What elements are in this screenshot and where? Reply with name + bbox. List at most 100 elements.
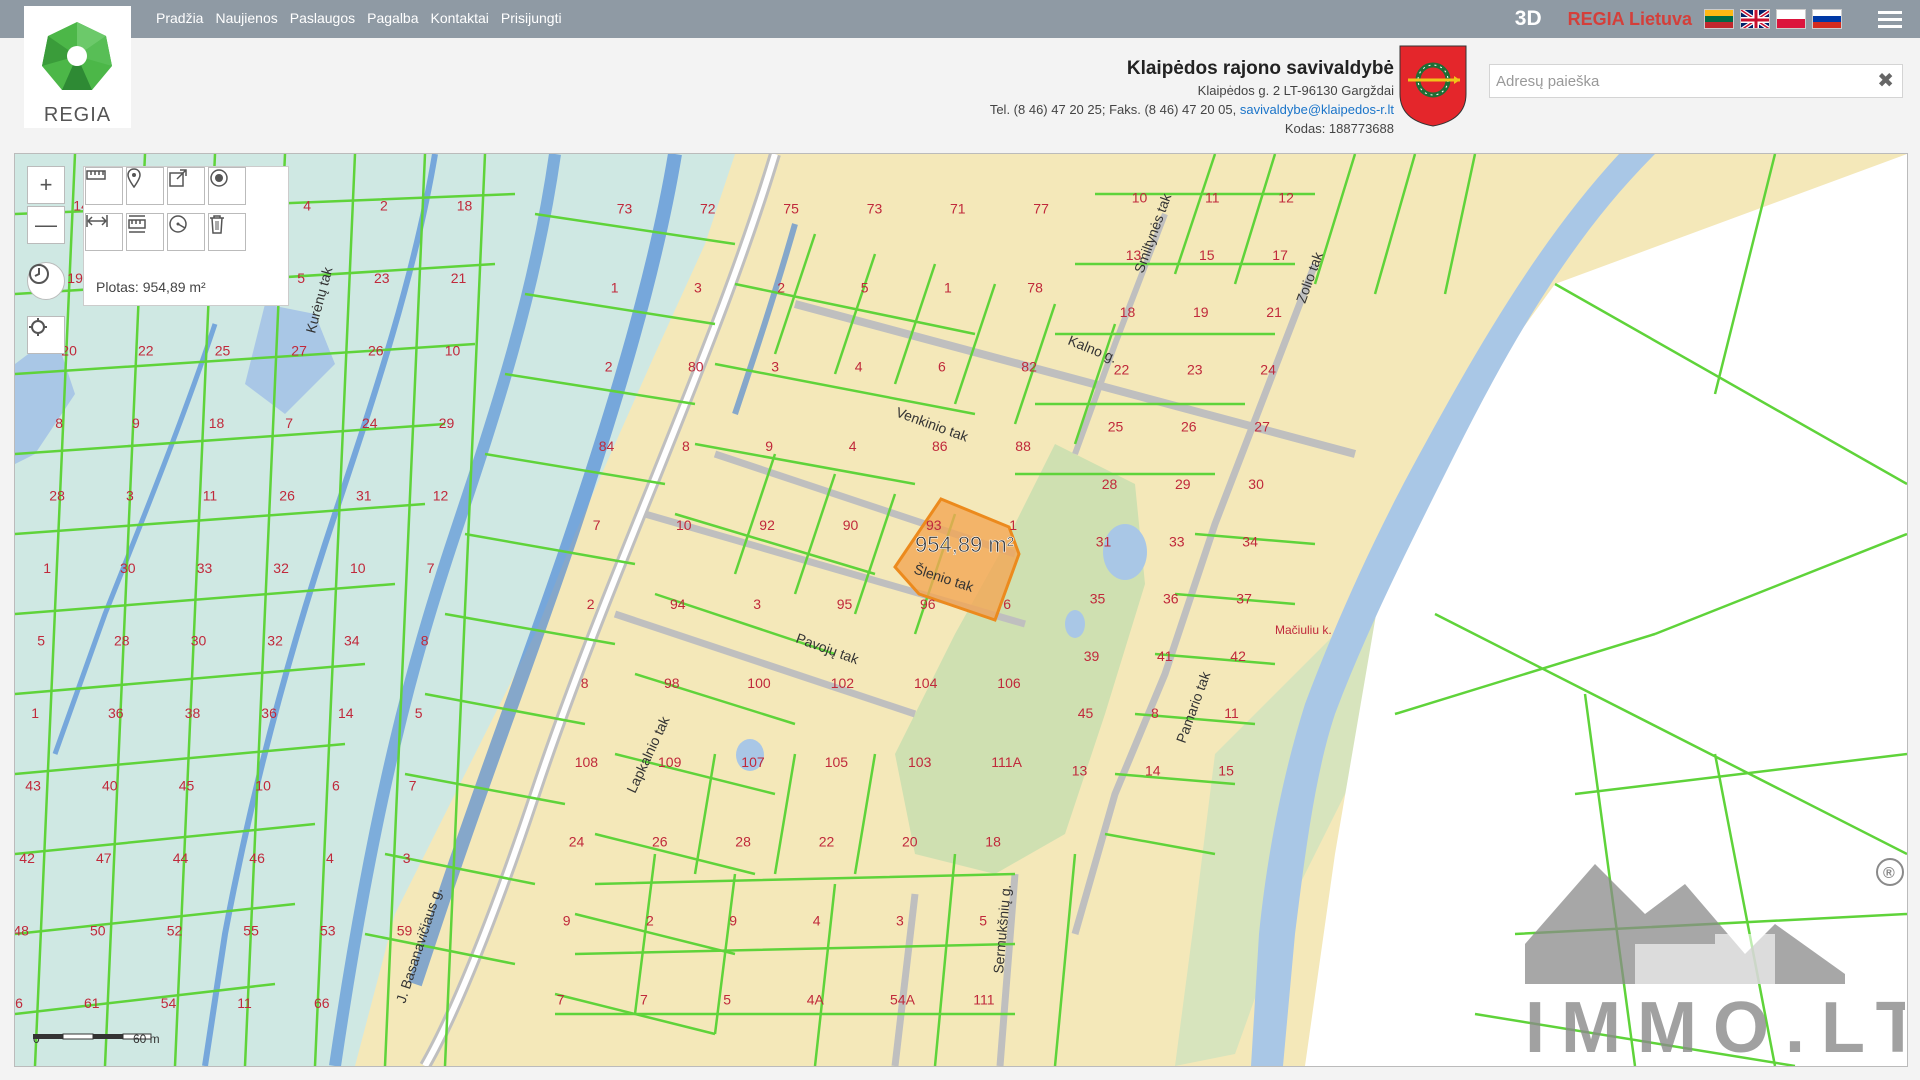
cadastral-map[interactable]: 954,89 m² Kalno g. Venkinio tak Šlenio t…	[14, 153, 1908, 1067]
plot-number-label: 26	[1181, 419, 1197, 435]
plot-number-label: 53	[320, 922, 336, 938]
plot-number-label: 11	[1205, 190, 1220, 206]
plot-number-label: 78	[1027, 280, 1043, 296]
plot-number-label: 45	[179, 777, 195, 793]
hamburger-menu-icon[interactable]	[1878, 7, 1902, 32]
nav-link-prisijungti[interactable]: Prisijungti	[501, 10, 562, 26]
share-icon	[169, 169, 187, 187]
plot-number-label: 105	[825, 754, 849, 770]
plot-number-label: 7	[285, 415, 293, 431]
plot-number-label: 111A	[991, 754, 1022, 770]
plot-number-label: 107	[741, 754, 765, 770]
3d-button[interactable]: 3D	[1515, 7, 1542, 31]
plot-number-label: 29	[1175, 476, 1191, 492]
main-nav: Pradžia Naujienos Paslaugos Pagalba Kont…	[156, 10, 574, 26]
plot-number-label: 48	[15, 922, 29, 938]
municipality-info: Klaipėdos rajono savivaldybė Klaipėdos g…	[990, 58, 1394, 137]
plot-number-label: 3	[694, 280, 702, 296]
plot-number-label: 8	[682, 438, 690, 454]
zoom-in-button[interactable]: +	[27, 166, 65, 204]
plot-number-label: 103	[908, 754, 932, 770]
measure-toolbox: Plotas: 954,89 m²	[83, 166, 289, 306]
plot-number-label: 22	[819, 833, 835, 849]
plot-number-label: 26	[279, 487, 295, 503]
plot-number-label: 108	[575, 754, 599, 770]
plot-number-label: 20	[902, 833, 918, 849]
plot-number-label: 3	[126, 487, 134, 503]
place-marker-button[interactable]	[126, 167, 164, 205]
municipality-address: Klaipėdos g. 2 LT-96130 Gargždai	[1197, 83, 1394, 98]
plot-number-label: 4	[849, 438, 857, 454]
plot-number-label: 73	[867, 201, 883, 217]
street-label: Zolio tak	[1293, 249, 1326, 305]
plot-number-label: 18	[457, 197, 473, 213]
nav-link-naujienos[interactable]: Naujienos	[215, 10, 277, 26]
plot-number-label: 22	[1114, 362, 1130, 378]
plot-number-label: 8	[1151, 705, 1159, 721]
plot-number-label: 106	[997, 675, 1021, 691]
poland-flag-icon[interactable]	[1776, 9, 1806, 29]
point-button[interactable]	[208, 167, 246, 205]
plot-number-label: 4	[326, 850, 334, 866]
plot-number-label: 2	[380, 197, 388, 213]
nav-link-pradzia[interactable]: Pradžia	[156, 10, 203, 26]
russia-flag-icon[interactable]	[1812, 9, 1842, 29]
map-scale-bar: 0 60 m	[33, 1032, 183, 1048]
plot-number-label: 7	[593, 517, 601, 533]
clear-measurements-button[interactable]	[208, 213, 246, 251]
plot-number-label: 96	[920, 596, 936, 612]
plot-number-label: 42	[19, 850, 35, 866]
uk-flag-icon[interactable]	[1740, 9, 1770, 29]
municipality-crest-icon	[1399, 45, 1467, 127]
measure-area-button[interactable]	[126, 213, 164, 251]
address-search-input[interactable]: Adresų paieška ✖	[1489, 64, 1903, 98]
plot-number-label: 12	[1278, 190, 1294, 206]
map-pin-icon	[127, 168, 141, 188]
zoom-out-button[interactable]: —	[27, 206, 65, 244]
regia-logo-icon	[42, 22, 112, 90]
street-label: Pavojų tak	[794, 630, 862, 668]
plot-number-label: 3	[896, 912, 904, 928]
measure-length-button[interactable]	[85, 167, 123, 205]
export-button[interactable]	[167, 167, 205, 205]
plot-number-label: 7	[640, 992, 648, 1008]
regia-lietuva-link[interactable]: REGIA Lietuva	[1568, 9, 1692, 30]
plot-number-label: 104	[914, 675, 938, 691]
nav-link-pagalba[interactable]: Pagalba	[367, 10, 418, 26]
plot-number-label: 24	[362, 415, 378, 431]
history-button[interactable]	[27, 262, 65, 300]
width-arrows-icon	[86, 215, 108, 227]
measure-radius-button[interactable]	[167, 213, 205, 251]
plot-number-label: 98	[664, 675, 680, 691]
plot-number-label: 25	[215, 342, 231, 358]
plot-number-label: 21	[451, 270, 467, 286]
plot-number-label: 22	[138, 342, 154, 358]
plot-number-label: 10	[445, 342, 461, 358]
plot-number-label: 44	[173, 850, 189, 866]
plot-number-label: 28	[1102, 476, 1118, 492]
plot-number-label: 66	[314, 995, 330, 1011]
lithuania-flag-icon[interactable]	[1704, 9, 1734, 29]
plot-number-label: 32	[273, 560, 289, 576]
plot-number-label: 36	[108, 705, 124, 721]
plot-number-label: 36	[1163, 591, 1179, 607]
plot-number-label: 37	[1236, 591, 1252, 607]
plot-number-label: 92	[759, 517, 775, 533]
radio-dot-icon	[210, 169, 228, 187]
plot-number-label: 1	[611, 280, 619, 296]
plot-number-label: 18	[209, 415, 225, 431]
plot-number-label: 5	[723, 992, 731, 1008]
municipality-email-link[interactable]: savivaldybe@klaipedos-r.lt	[1240, 102, 1394, 117]
measure-distance-button[interactable]	[85, 213, 123, 251]
nav-link-kontaktai[interactable]: Kontaktai	[431, 10, 489, 26]
plot-number-label: 4	[303, 197, 311, 213]
clear-search-icon[interactable]: ✖	[1877, 68, 1894, 93]
plot-number-label: 75	[783, 201, 799, 217]
plot-number-label: 31	[356, 487, 372, 503]
locate-button[interactable]	[27, 316, 65, 354]
plot-number-label: 25	[1108, 419, 1124, 435]
regia-logo-text: REGIA	[43, 104, 112, 126]
nav-link-paslaugos[interactable]: Paslaugos	[290, 10, 355, 26]
plot-number-label: 88	[1015, 438, 1031, 454]
plot-number-label: 10	[1132, 190, 1148, 206]
